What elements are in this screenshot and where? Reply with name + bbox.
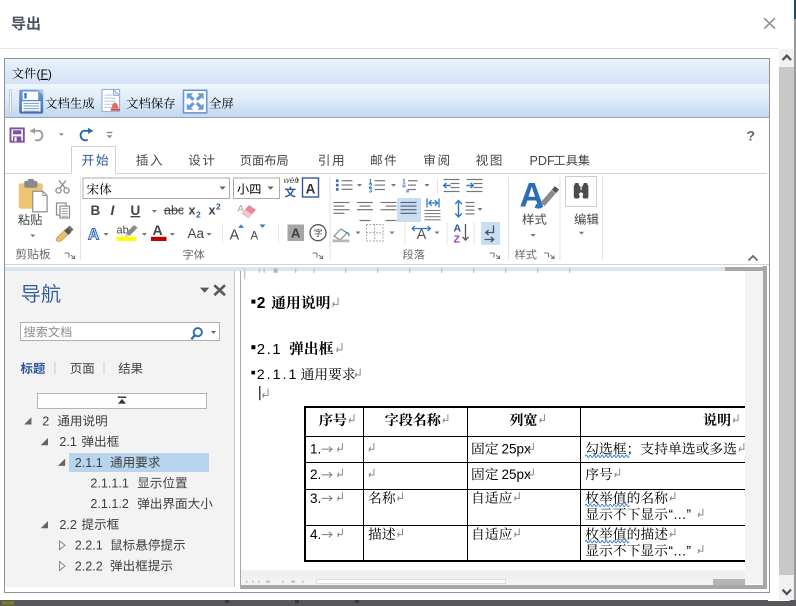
svg-text:1: 1 bbox=[402, 178, 406, 185]
svg-text:“…”: “…” bbox=[669, 543, 692, 558]
svg-text:2: 2 bbox=[216, 202, 221, 212]
svg-text:I: I bbox=[111, 202, 116, 218]
svg-text:3.: 3. bbox=[310, 491, 321, 506]
svg-text:PDF: PDF bbox=[530, 154, 555, 168]
svg-text:4.: 4. bbox=[310, 527, 321, 542]
svg-text:?: ? bbox=[747, 128, 756, 144]
svg-text:A: A bbox=[417, 227, 427, 243]
svg-text:2: 2 bbox=[196, 210, 201, 220]
svg-text:2.1: 2.1 bbox=[257, 341, 282, 358]
svg-text:A: A bbox=[520, 177, 545, 215]
svg-text:B: B bbox=[91, 203, 101, 218]
svg-text:A: A bbox=[153, 222, 163, 238]
svg-text:“…”: “…” bbox=[669, 507, 692, 522]
svg-text:2.2: 2.2 bbox=[59, 518, 77, 532]
svg-text:2.: 2. bbox=[310, 467, 321, 482]
svg-text:25px: 25px bbox=[502, 442, 532, 457]
svg-text:x: x bbox=[209, 204, 216, 218]
svg-text:A: A bbox=[306, 182, 316, 197]
svg-text:Aa: Aa bbox=[188, 226, 205, 241]
svg-text:A: A bbox=[291, 226, 301, 241]
svg-text:(F): (F) bbox=[37, 67, 52, 81]
svg-text:25px: 25px bbox=[502, 467, 532, 482]
svg-text:2: 2 bbox=[42, 414, 49, 428]
svg-text:A: A bbox=[251, 231, 259, 243]
svg-text:2.2.2: 2.2.2 bbox=[75, 559, 103, 573]
svg-text:A: A bbox=[88, 227, 99, 244]
svg-text:2.1.1: 2.1.1 bbox=[75, 456, 103, 470]
svg-text:2.1.1: 2.1.1 bbox=[257, 367, 299, 383]
svg-text:2.2.1: 2.2.1 bbox=[75, 539, 103, 553]
svg-text:2: 2 bbox=[257, 295, 266, 312]
svg-text:2.1.1.2: 2.1.1.2 bbox=[90, 497, 129, 511]
svg-text:x: x bbox=[189, 204, 196, 218]
svg-text:A: A bbox=[230, 228, 240, 244]
svg-text:3: 3 bbox=[369, 187, 373, 194]
svg-text:2.1: 2.1 bbox=[59, 435, 77, 449]
svg-text:U: U bbox=[131, 203, 141, 218]
svg-text:Z: Z bbox=[454, 234, 461, 246]
svg-text:2.1.1.1: 2.1.1.1 bbox=[90, 477, 129, 491]
svg-text:wén: wén bbox=[284, 175, 300, 185]
svg-text:1.: 1. bbox=[310, 442, 321, 457]
